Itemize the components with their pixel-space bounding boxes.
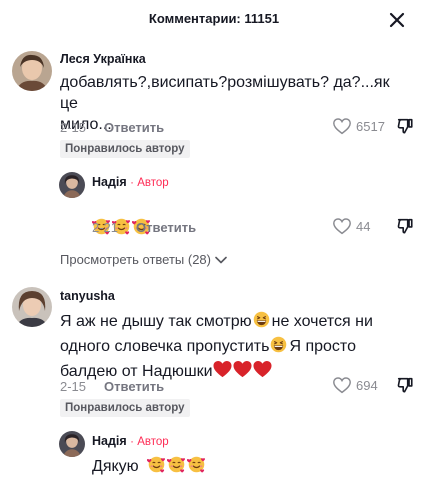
comments-header: Комментарии: 11151 (0, 0, 428, 40)
comment-date: 2-15 (60, 379, 87, 394)
avatar[interactable] (12, 51, 52, 91)
heart-outline-icon (333, 377, 351, 394)
reply-button[interactable]: Ответить (104, 379, 164, 394)
view-replies-label: Просмотреть ответы (28) (60, 252, 211, 267)
dislike-button[interactable] (396, 117, 414, 135)
reply-date: 2-21 (92, 220, 119, 235)
red-heart-icon (233, 360, 252, 379)
reply-text-value: Дякую (92, 458, 139, 475)
text-segment: Я просто (289, 338, 356, 355)
comment-text-line: Я аж не дышу так смотрю не хочется ни (60, 310, 420, 332)
like-count: 694 (356, 377, 378, 393)
author-tag: · Автор (130, 436, 169, 448)
liked-by-author-badge: Понравилось автору (60, 140, 190, 158)
avatar[interactable] (59, 172, 85, 198)
comment-username[interactable]: tanyusha (60, 289, 115, 303)
dislike-button[interactable] (396, 217, 414, 235)
chevron-down-icon (215, 256, 227, 263)
text-segment: одного словечка пропустить (60, 338, 270, 355)
reply-button[interactable]: Ответить (136, 220, 196, 235)
heart-outline-icon (333, 218, 351, 235)
grinning-squinting-face-icon (252, 310, 271, 329)
text-segment: Я аж не дышу так смотрю (60, 313, 252, 330)
avatar[interactable] (12, 287, 52, 327)
text-segment: балдею от Надюшки (60, 363, 213, 380)
heart-outline-icon (333, 118, 351, 135)
comment-username[interactable]: Леся Українка (60, 52, 146, 66)
reply-meta: 2-21 Ответить (92, 220, 196, 235)
thumbs-down-icon (397, 218, 413, 234)
smiling-face-with-hearts-icon (187, 455, 206, 474)
reply-author-name[interactable]: Надія (92, 175, 127, 189)
avatar-image (12, 287, 52, 327)
like-count: 6517 (356, 118, 385, 134)
dislike-button[interactable] (396, 376, 414, 394)
comment-text-line: одного словечка пропустить Я просто (60, 335, 420, 357)
grinning-squinting-face-icon (269, 335, 288, 354)
comments-count-title: Комментарии: 11151 (148, 11, 280, 26)
comment-meta: 2-15 Ответить (60, 379, 164, 394)
avatar-image (59, 172, 85, 198)
comment-text: Я аж не дышу так смотрю не хочется ни одн… (60, 310, 420, 382)
avatar-image (12, 51, 52, 91)
red-heart-icon (213, 360, 232, 379)
red-heart-icon (253, 360, 272, 379)
avatar[interactable] (59, 431, 85, 457)
close-button[interactable] (386, 9, 408, 31)
text-segment: не хочется ни (271, 313, 373, 330)
smiling-face-with-hearts-icon (167, 455, 186, 474)
liked-by-author-badge: Понравилось автору (60, 399, 190, 417)
reply-button[interactable]: Ответить (104, 120, 164, 135)
avatar-image (59, 431, 85, 457)
smiling-face-with-hearts-icon (147, 455, 166, 474)
author-tag: · Автор (130, 177, 169, 189)
thumbs-down-icon (397, 377, 413, 393)
like-button[interactable]: 6517 (332, 117, 385, 135)
reply-username: Надія · Автор (92, 434, 169, 448)
comment-meta: 2-15 Ответить (60, 120, 164, 135)
close-icon (389, 12, 405, 28)
view-replies-button[interactable]: Просмотреть ответы (28) (60, 252, 227, 267)
reply-text: Дякую (92, 455, 207, 477)
like-count: 44 (356, 218, 371, 234)
comment-date: 2-15 (60, 120, 87, 135)
reply-username: Надія · Автор (92, 175, 169, 189)
like-button[interactable]: 694 (332, 376, 378, 394)
reply-author-name[interactable]: Надія (92, 434, 127, 448)
thumbs-down-icon (397, 118, 413, 134)
like-button[interactable]: 44 (332, 217, 370, 235)
